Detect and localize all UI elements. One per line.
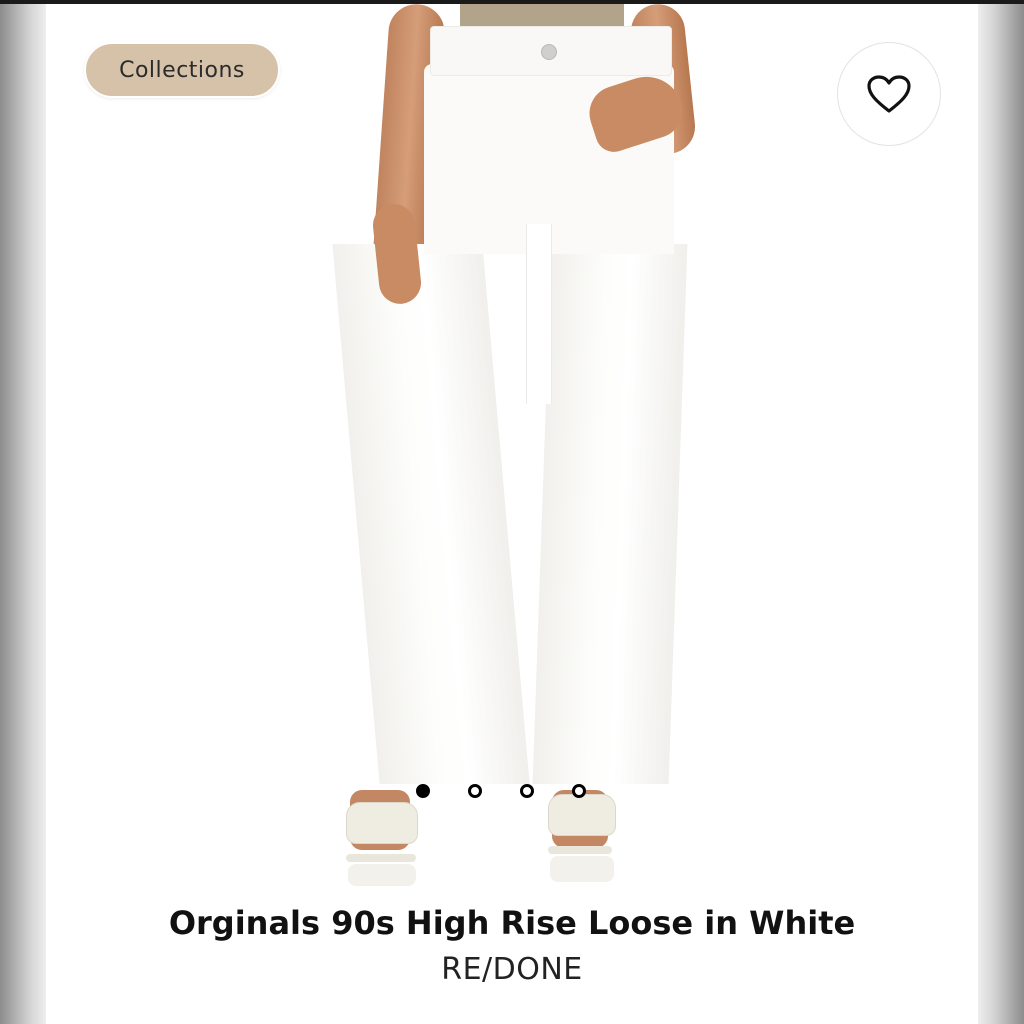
heart-icon [867,75,911,113]
carousel-dot-3[interactable] [520,784,534,798]
carousel-dot-1[interactable] [416,784,430,798]
left-sandal [346,802,418,844]
favorite-button[interactable] [837,42,941,146]
product-card: Collections Orginals 90s High Rise Loose… [46,4,978,1024]
product-image[interactable] [46,4,978,894]
product-brand[interactable]: RE/DONE [46,952,978,987]
carousel-dot-4[interactable] [572,784,586,798]
collections-chip-label: Collections [119,57,245,83]
right-shoe-reflection [550,856,614,882]
collections-chip[interactable]: Collections [84,42,280,98]
carousel-indicator [416,784,586,798]
product-title: Orginals 90s High Rise Loose in White [168,904,856,942]
left-sandal-sole [346,854,416,862]
jeans-fly-seam [526,224,552,404]
right-sandal [548,794,616,836]
jeans-right-leg [532,244,688,784]
right-sandal-sole [548,846,612,854]
left-shoe-reflection [348,864,416,886]
jeans-left-leg [332,244,530,784]
jeans-button [541,44,557,60]
carousel-dot-2[interactable] [468,784,482,798]
